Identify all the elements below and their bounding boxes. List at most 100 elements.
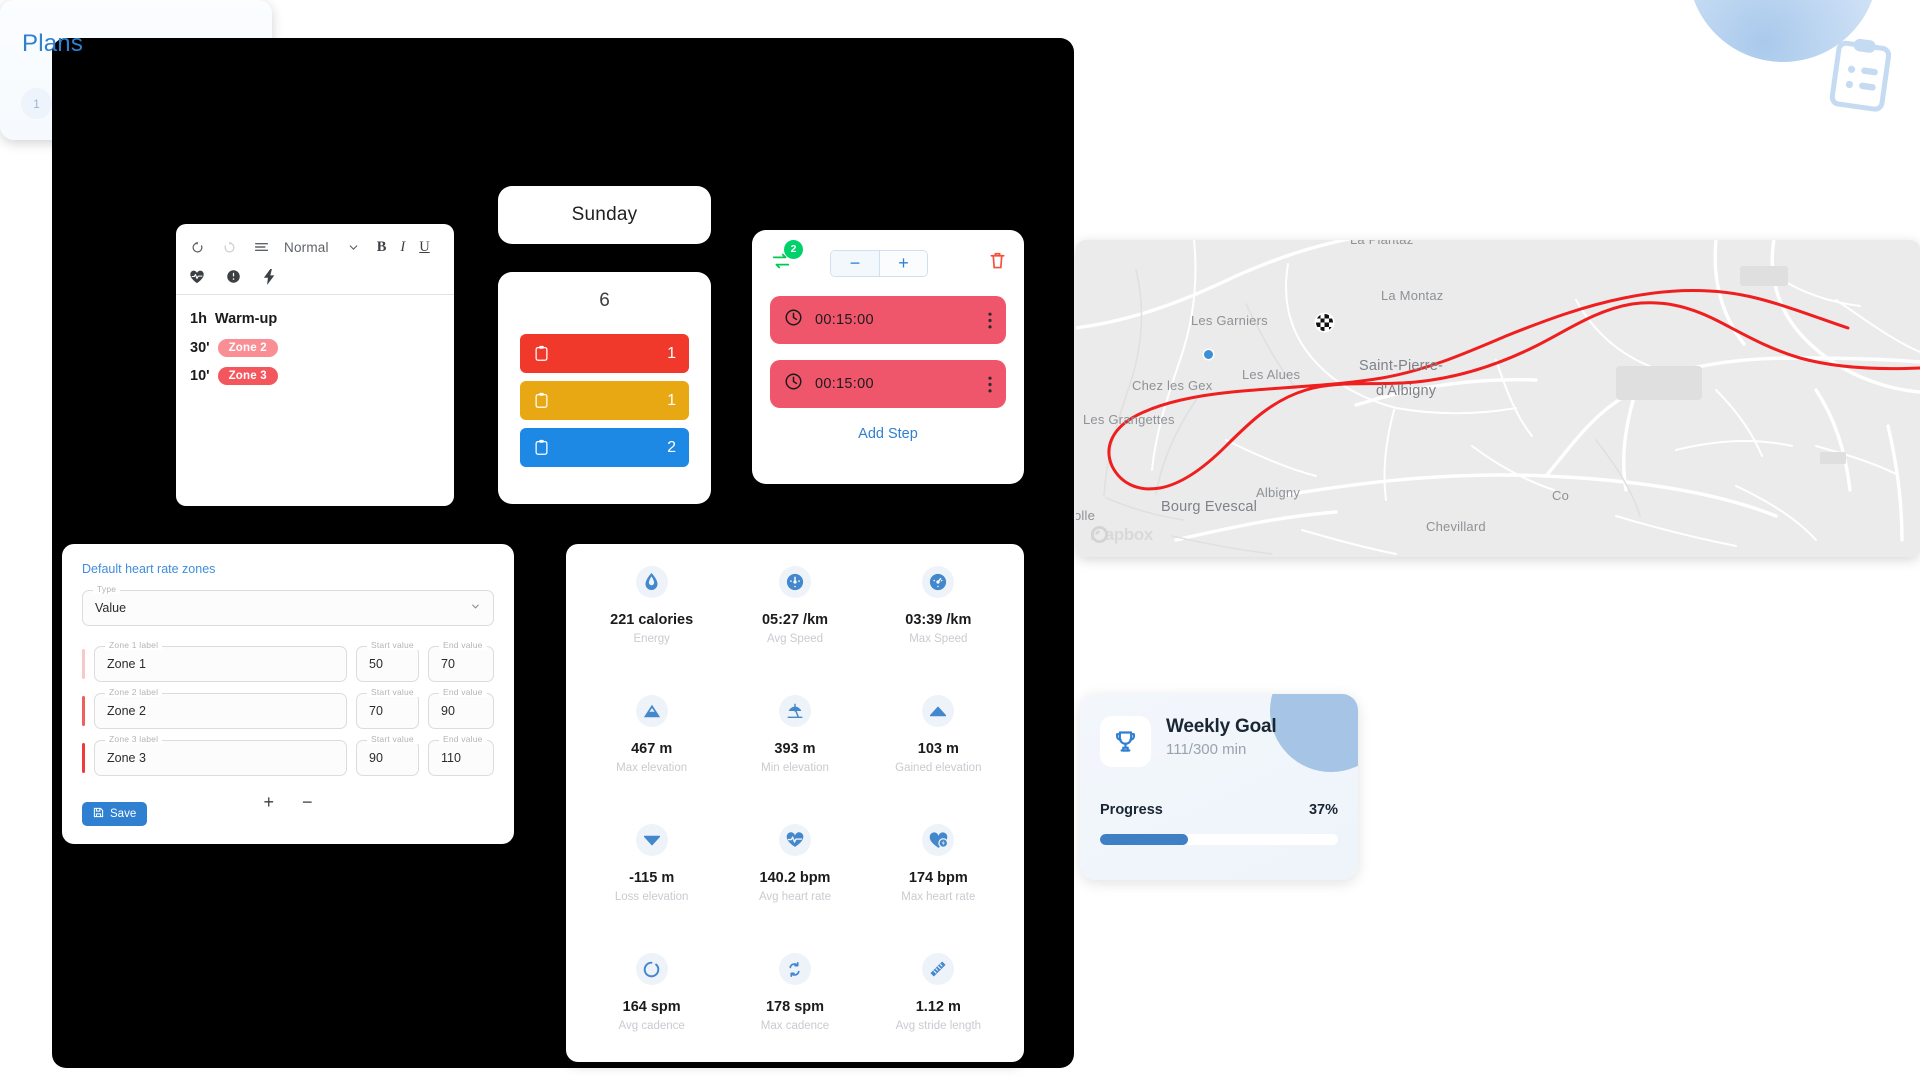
day-total-count: 6	[599, 290, 610, 311]
step-title: Warm-up	[214, 311, 278, 327]
bold-button[interactable]: B	[377, 239, 387, 256]
decrement-button[interactable]: −	[831, 250, 879, 276]
repeat-control[interactable]: 2	[770, 239, 804, 276]
stat-item: 178 spm Max cadence	[723, 953, 866, 1032]
stat-value: 221 calories	[610, 612, 694, 628]
zone-start-legend: Start value	[367, 734, 418, 744]
info-icon[interactable]	[224, 268, 242, 286]
add-zone-button[interactable]: +	[263, 792, 274, 813]
zone-label-legend: Zone 2 label	[105, 687, 163, 697]
heart-bolt-icon	[922, 824, 955, 856]
zone-label-value: Zone 1	[107, 657, 146, 671]
editor-toolbar-row-1: Normal B I U	[188, 234, 442, 260]
activity-stats-card: 221 calories Energy 05:27 /km Avg Speed …	[566, 544, 1024, 1062]
stat-value: 05:27 /km	[761, 612, 829, 628]
zone-end-input[interactable]: End value 90	[428, 687, 494, 729]
interval-step-row[interactable]: 00:15:00	[770, 296, 1006, 344]
summary-bar-row[interactable]: 1	[520, 334, 689, 373]
mapbox-logo-icon[interactable]: mapbox	[1090, 525, 1153, 545]
weekly-goal-card[interactable]: Weekly Goal 111/300 min Progress 37%	[1080, 694, 1358, 880]
zone-start-legend: Start value	[367, 687, 418, 697]
save-button[interactable]: Save	[82, 802, 148, 826]
zone-type-select[interactable]: Type Value	[82, 584, 494, 626]
stats-row-spacer	[580, 784, 723, 814]
trash-icon[interactable]	[989, 251, 1006, 275]
weekly-goal-text: Weekly Goal 111/300 min	[1166, 716, 1277, 767]
map-label: d'Albigny	[1376, 383, 1437, 399]
map-label: Chez les Gex	[1132, 378, 1213, 393]
remove-zone-button[interactable]: −	[302, 792, 313, 813]
stat-label: Max heart rate	[901, 891, 976, 903]
paragraph-style-icon[interactable]	[252, 238, 270, 256]
route-map[interactable]: La Plantaz La Montaz Les Garniers Saint-…	[1076, 240, 1920, 557]
zone-start-input[interactable]: Start value 90	[356, 734, 419, 776]
chevron-down-icon[interactable]	[470, 599, 481, 617]
summary-bar-row[interactable]: 1	[520, 381, 689, 420]
zone-label-value: Zone 3	[107, 751, 146, 765]
clipboard-icon	[534, 345, 549, 362]
zone-type-value: Value	[95, 601, 127, 615]
stat-label: Avg stride length	[895, 1020, 982, 1032]
add-step-button[interactable]: Add Step	[770, 426, 1006, 442]
hr-zones-title: Default heart rate zones	[82, 562, 216, 576]
heart-pulse-icon	[778, 824, 811, 856]
heart-rate-icon[interactable]	[188, 268, 206, 286]
stat-item: 1.12 m Avg stride length	[867, 953, 1010, 1032]
zone-end-input[interactable]: End value 70	[428, 640, 494, 682]
step-duration: 10'	[190, 368, 210, 384]
stat-label: Energy	[633, 633, 670, 645]
zone-start-input[interactable]: Start value 50	[356, 640, 419, 682]
zone-label-legend: Zone 3 label	[105, 734, 163, 744]
redo-icon[interactable]	[220, 238, 238, 256]
day-label-card[interactable]: Sunday	[498, 186, 711, 244]
progress-bar-fill	[1100, 834, 1189, 845]
clock-icon	[784, 308, 803, 332]
zone-chip[interactable]: Zone 3	[217, 367, 278, 385]
zone-end-input[interactable]: End value 110	[428, 734, 494, 776]
step-duration: 30'	[190, 340, 210, 356]
underline-button[interactable]: U	[419, 239, 429, 256]
repeat-icon[interactable]	[770, 253, 792, 275]
more-vertical-icon[interactable]	[988, 376, 992, 393]
zone-label-input[interactable]: Zone 1 label Zone 1	[94, 640, 347, 682]
zone-label-input[interactable]: Zone 3 label Zone 3	[94, 734, 347, 776]
italic-button[interactable]: I	[400, 239, 405, 256]
stat-item: 05:27 /km Avg Speed	[723, 566, 866, 645]
stat-item: 393 m Min elevation	[723, 695, 866, 774]
style-dropdown-label[interactable]: Normal	[284, 240, 329, 255]
map-label: Albigny	[1256, 485, 1301, 500]
zone-start-legend: Start value	[367, 640, 418, 650]
trophy-icon	[1100, 716, 1151, 767]
zone-color-tick	[82, 696, 85, 726]
clipboard-icon	[534, 439, 549, 456]
stat-label: Gained elevation	[895, 762, 982, 774]
stat-label: Avg cadence	[618, 1020, 685, 1032]
weekly-goal-subtitle: 111/300 min	[1166, 741, 1247, 758]
interval-steps-card: 2 − + 00:15:00 00:15:00 Add Step	[752, 230, 1024, 484]
stat-value: 03:39 /km	[905, 612, 972, 628]
screenshot-root: Normal B I U 1h Warm-up 30' Zone 2 10' Z…	[0, 0, 1920, 1080]
stat-value: 393 m	[774, 741, 816, 757]
intensity-bolt-icon[interactable]	[260, 268, 278, 286]
zone-chip[interactable]: Zone 2	[217, 339, 278, 357]
progress-label: Progress	[1100, 802, 1163, 818]
chevron-down-icon[interactable]	[345, 238, 363, 256]
summary-bar-row[interactable]: 2	[520, 428, 689, 467]
stats-row-spacer	[723, 784, 866, 814]
increment-button[interactable]: +	[879, 250, 927, 276]
stat-value: -115 m	[629, 870, 675, 886]
map-label: olle	[1076, 508, 1096, 523]
more-vertical-icon[interactable]	[988, 312, 992, 329]
stat-item: 140.2 bpm Avg heart rate	[723, 824, 866, 903]
weekly-goal-header: Weekly Goal 111/300 min	[1100, 716, 1277, 767]
beach-umbrella-icon	[778, 695, 811, 727]
zone-start-input[interactable]: Start value 70	[356, 687, 419, 729]
editor-content[interactable]: 1h Warm-up 30' Zone 2 10' Zone 3	[176, 295, 454, 405]
zone-label-input[interactable]: Zone 2 label Zone 2	[94, 687, 347, 729]
summary-bar-count: 1	[667, 391, 676, 409]
stats-row-spacer	[580, 913, 723, 943]
undo-icon[interactable]	[188, 238, 206, 256]
map-label: La Montaz	[1381, 288, 1444, 303]
progress-bar-track	[1100, 834, 1338, 845]
interval-step-row[interactable]: 00:15:00	[770, 360, 1006, 408]
